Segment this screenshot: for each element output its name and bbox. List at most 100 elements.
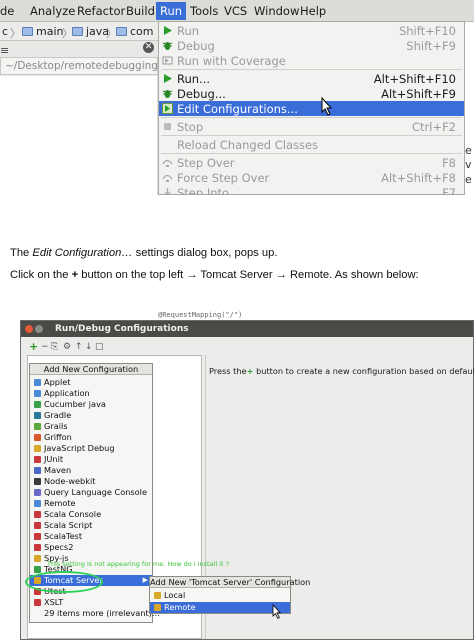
run-menu-dropdown: Run Shift+F10 Debug Shift+F9 Run with Covera… xyxy=(158,21,465,195)
stop-icon xyxy=(162,121,173,132)
run-menu-item-run-with-coverage[interactable]: Run with Coverage xyxy=(159,53,464,68)
step-into-icon xyxy=(162,187,173,195)
run-menu-item-label: Step Over xyxy=(177,156,235,170)
breadcrumb-item-main[interactable]: main xyxy=(22,25,63,38)
add-config-item-javascript-debug[interactable]: JavaScript Debug xyxy=(30,443,152,454)
ide-screenshot: de Analyze Refactor Build Run Tools VCS … xyxy=(0,0,474,195)
breadcrumb-item-com[interactable]: com xyxy=(116,25,154,38)
run-menu-item-run[interactable]: Run Shift+F10 xyxy=(159,23,464,38)
add-config-item-cucumber-java[interactable]: Cucumber java xyxy=(30,399,152,410)
breadcrumb-item-java[interactable]: java xyxy=(72,25,109,38)
debug-icon xyxy=(162,40,173,51)
run-menu-item-step-over[interactable]: Step Over F8 xyxy=(159,155,464,170)
run-menu-item-debug[interactable]: Debug Shift+F9 xyxy=(159,38,464,53)
add-config-item-label: Query Language Console xyxy=(44,487,147,497)
emphasis-edit-configuration: Edit Configuration… xyxy=(32,247,133,259)
submenu-header: Add New 'Tomcat Server' Configuration xyxy=(150,577,311,588)
xslt-icon xyxy=(34,599,41,606)
run-menu-item-shortcut: Alt+Shift+F8 xyxy=(381,171,456,185)
folder-icon xyxy=(116,27,127,36)
maven-icon xyxy=(34,467,41,474)
add-config-item-label: Application xyxy=(44,388,90,398)
menu-item-tools[interactable]: Tools xyxy=(190,4,218,18)
instruction-line-1: The Edit Configuration… settings dialog … xyxy=(10,247,278,259)
scala-script-icon xyxy=(34,522,41,529)
add-config-item-label: XSLT xyxy=(44,597,64,607)
run-menu-item-label: Force Step Over xyxy=(177,171,270,185)
menu-item-de[interactable]: de xyxy=(0,4,14,18)
close-icon[interactable]: ✕ xyxy=(143,42,154,53)
add-config-item-label: Scala Script xyxy=(44,520,93,530)
add-config-item-gradle[interactable]: Gradle xyxy=(30,410,152,421)
menu-item-window[interactable]: Window xyxy=(254,4,299,18)
run-menu-item-shortcut: F7 xyxy=(442,186,456,195)
add-config-item-remote[interactable]: Remote xyxy=(30,498,152,509)
tomcat-server-submenu: Add New 'Tomcat Server' Configuration Lo… xyxy=(149,576,311,614)
menu-item-analyze[interactable]: Analyze xyxy=(30,4,75,18)
tomcat-submenu-item-local[interactable]: Local xyxy=(150,590,290,601)
run-debug-configurations-dialog: Run/Debug Configurations + − ⎘ ⚙ ↑ ↓ ▢ P… xyxy=(20,320,474,640)
menu-item-refactor[interactable]: Refactor xyxy=(77,4,125,18)
run-menu-item-label: Run... xyxy=(177,72,211,86)
add-config-item-query-language-console[interactable]: Query Language Console xyxy=(30,487,152,498)
add-config-item-label: Specs2 xyxy=(44,542,74,552)
folder-button[interactable]: ▢ xyxy=(95,342,104,352)
run-menu-item-debug[interactable]: Debug... Alt+Shift+F9 xyxy=(159,86,464,101)
add-config-item-grails[interactable]: Grails xyxy=(30,421,152,432)
run-menu-item-edit-configurations[interactable]: Edit Configurations... xyxy=(159,101,464,116)
add-config-item-node-webkit[interactable]: Node-webkit xyxy=(30,476,152,487)
add-configuration-button[interactable]: + xyxy=(29,340,38,353)
run-menu-item-reload-changed-classes[interactable]: Reload Changed Classes xyxy=(159,137,464,152)
add-config-item-application[interactable]: Application xyxy=(30,388,152,399)
edit-defaults-button[interactable]: ⚙ xyxy=(63,342,71,352)
move-up-button[interactable]: ↑ xyxy=(75,342,83,352)
add-config-item-scala-console[interactable]: Scala Console xyxy=(30,509,152,520)
menu-item-help[interactable]: Help xyxy=(300,4,326,18)
run-menu-item-force-step-over[interactable]: Force Step Over Alt+Shift+F8 xyxy=(159,170,464,185)
spy-js-icon xyxy=(34,555,41,562)
gradle-icon xyxy=(34,412,41,419)
add-config-item-specs2[interactable]: Specs2 xyxy=(30,542,152,553)
add-config-item-29-items-more-irrelevant[interactable]: 29 items more (irrelevant)... xyxy=(30,608,160,619)
run-menu-item-run[interactable]: Run... Alt+Shift+F10 xyxy=(159,71,464,86)
run-menu-item-stop[interactable]: Stop Ctrl+F2 xyxy=(159,119,464,134)
run-menu-item-step-into[interactable]: Step Into F7 xyxy=(159,185,464,195)
chevron-right-icon: 〉 xyxy=(10,27,21,40)
scala-console-icon xyxy=(34,511,41,518)
add-config-item-scalatest[interactable]: ScalaTest xyxy=(30,531,152,542)
run-menu-item-shortcut: Alt+Shift+F10 xyxy=(373,72,456,86)
copy-configuration-button[interactable]: ⎘ xyxy=(51,342,58,352)
breadcrumb-item[interactable]: c xyxy=(2,25,8,38)
run-menu-item-label: Stop xyxy=(177,120,204,134)
add-config-item-label: Gradle xyxy=(44,410,72,420)
menu-separator xyxy=(161,153,462,154)
remove-configuration-button[interactable]: − xyxy=(41,342,49,352)
debug-icon xyxy=(162,88,173,99)
menu-separator xyxy=(161,135,462,136)
editor-area xyxy=(0,76,158,195)
add-config-item-label: Node-webkit xyxy=(44,476,96,486)
minimize-window-icon[interactable] xyxy=(35,325,43,333)
menu-item-vcs[interactable]: VCS xyxy=(224,4,247,18)
panel-menu-icon[interactable]: ≡ xyxy=(0,44,9,57)
grails-icon xyxy=(34,423,41,430)
tomcat-submenu-item-label: Remote xyxy=(164,602,196,612)
menu-bar: de Analyze Refactor Build Run Tools VCS … xyxy=(0,0,474,22)
add-config-item-xslt[interactable]: XSLT xyxy=(30,597,152,608)
add-config-item-applet[interactable]: Applet xyxy=(30,377,152,388)
run-menu-item-label: Run xyxy=(177,24,200,38)
breadcrumb: c 〉 main 〉 java 〉 com xyxy=(0,22,160,41)
run-menu-item-label: Debug xyxy=(177,39,215,53)
testng-icon xyxy=(34,566,41,573)
close-window-icon[interactable] xyxy=(25,325,33,333)
tomcat-submenu-item-remote[interactable]: Remote xyxy=(150,602,290,613)
add-config-item-griffon[interactable]: Griffon xyxy=(30,432,152,443)
add-config-item-junit[interactable]: JUnit xyxy=(30,454,152,465)
menu-item-build[interactable]: Build xyxy=(126,4,155,18)
menu-item-run[interactable]: Run xyxy=(156,2,187,20)
tomcat-icon xyxy=(154,604,161,611)
coverage-icon xyxy=(162,55,173,66)
add-config-item-maven[interactable]: Maven xyxy=(30,465,152,476)
move-down-button[interactable]: ↓ xyxy=(85,342,93,352)
add-config-item-scala-script[interactable]: Scala Script xyxy=(30,520,152,531)
